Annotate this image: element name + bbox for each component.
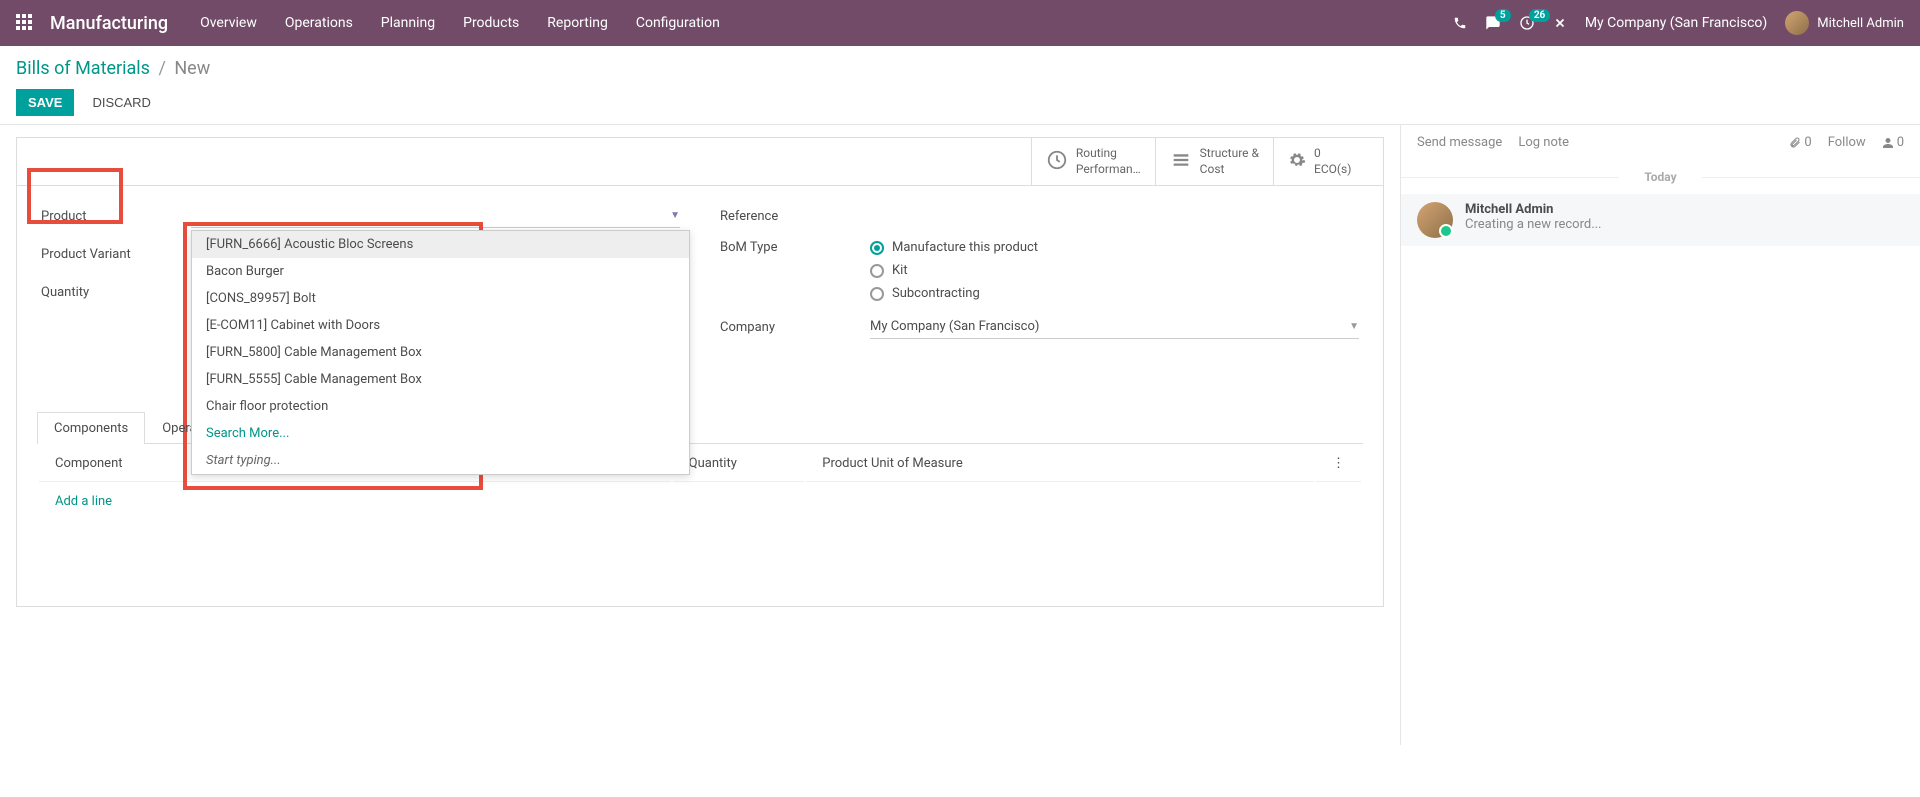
kebab-icon[interactable]: ⋮: [1316, 446, 1361, 482]
user-name: Mitchell Admin: [1817, 16, 1904, 31]
message-text: Creating a new record...: [1465, 217, 1602, 232]
chatter-panel: Send message Log note 0 Follow 0 Today M…: [1400, 125, 1920, 745]
stat-routing-performance[interactable]: Routing Performan…: [1031, 138, 1155, 185]
top-nav: Manufacturing Overview Operations Planni…: [0, 0, 1920, 46]
nav-reporting[interactable]: Reporting: [547, 15, 608, 31]
dropdown-item[interactable]: Bacon Burger: [192, 258, 689, 285]
user-avatar: [1785, 11, 1809, 35]
app-brand: Manufacturing: [50, 13, 168, 34]
stat-ecos[interactable]: 0 ECO(s): [1273, 138, 1383, 185]
product-input[interactable]: [191, 204, 680, 228]
gears-icon: [1288, 151, 1306, 173]
company-label: Company: [720, 320, 870, 335]
nav-overview[interactable]: Overview: [200, 15, 257, 31]
dropdown-item[interactable]: [FURN_5800] Cable Management Box: [192, 339, 689, 366]
nav-configuration[interactable]: Configuration: [636, 15, 720, 31]
log-note-button[interactable]: Log note: [1518, 135, 1569, 150]
followers-button[interactable]: 0: [1882, 135, 1904, 150]
messages-icon[interactable]: 5: [1485, 15, 1501, 31]
chatter-date-separator: Today: [1401, 170, 1920, 184]
message-author: Mitchell Admin: [1465, 202, 1602, 217]
discard-button[interactable]: DISCARD: [84, 89, 159, 116]
bom-type-kit[interactable]: Kit: [870, 263, 1038, 278]
dropdown-search-more[interactable]: Search More...: [192, 420, 689, 447]
send-message-button[interactable]: Send message: [1417, 135, 1502, 150]
action-bar: Bills of Materials / New SAVE DISCARD: [0, 46, 1920, 125]
col-uom: Product Unit of Measure: [806, 446, 1314, 482]
tab-components[interactable]: Components: [37, 412, 145, 444]
product-label: Product: [41, 209, 191, 224]
user-menu[interactable]: Mitchell Admin: [1785, 11, 1904, 35]
attachments-button[interactable]: 0: [1789, 135, 1811, 150]
product-variant-label: Product Variant: [41, 247, 191, 262]
close-debug-icon[interactable]: [1553, 16, 1567, 30]
apps-icon[interactable]: [16, 14, 34, 32]
caret-down-icon[interactable]: ▼: [670, 210, 680, 221]
reference-label: Reference: [720, 209, 870, 224]
clock-icon: [1046, 149, 1068, 175]
nav-products[interactable]: Products: [463, 15, 519, 31]
dropdown-item[interactable]: [FURN_5555] Cable Management Box: [192, 366, 689, 393]
activities-icon[interactable]: 26: [1519, 15, 1535, 31]
dropdown-start-typing[interactable]: Start typing...: [192, 447, 689, 474]
stat-structure-cost[interactable]: Structure & Cost: [1155, 138, 1273, 185]
list-icon: [1170, 149, 1192, 175]
avatar: [1417, 202, 1453, 238]
messages-badge: 5: [1495, 9, 1511, 22]
nav-menu: Overview Operations Planning Products Re…: [200, 15, 1453, 31]
breadcrumb-current: New: [174, 58, 210, 79]
dropdown-item[interactable]: [E-COM11] Cabinet with Doors: [192, 312, 689, 339]
bom-type-subcontracting[interactable]: Subcontracting: [870, 286, 1038, 301]
form-sheet: Routing Performan… Structure & Cost: [16, 137, 1384, 607]
chatter-message: Mitchell Admin Creating a new record...: [1401, 194, 1920, 246]
bom-type-label: BoM Type: [720, 240, 870, 255]
company-switcher[interactable]: My Company (San Francisco): [1585, 15, 1767, 31]
nav-operations[interactable]: Operations: [285, 15, 353, 31]
phone-icon[interactable]: [1453, 16, 1467, 30]
add-line-button[interactable]: Add a line: [39, 484, 1361, 519]
nav-planning[interactable]: Planning: [381, 15, 435, 31]
save-button[interactable]: SAVE: [16, 89, 74, 116]
dropdown-item[interactable]: [CONS_89957] Bolt: [192, 285, 689, 312]
dropdown-item[interactable]: [FURN_6666] Acoustic Bloc Screens: [192, 231, 689, 258]
breadcrumb: Bills of Materials / New: [16, 58, 1904, 79]
product-dropdown: [FURN_6666] Acoustic Bloc Screens Bacon …: [191, 230, 690, 475]
quantity-label: Quantity: [41, 285, 191, 300]
col-quantity: Quantity: [673, 446, 805, 482]
caret-down-icon: ▼: [1349, 321, 1359, 332]
bom-type-manufacture[interactable]: Manufacture this product: [870, 240, 1038, 255]
nav-right: 5 26 My Company (San Francisco) Mitchell…: [1453, 11, 1904, 35]
follow-button[interactable]: Follow: [1828, 135, 1866, 150]
breadcrumb-root[interactable]: Bills of Materials: [16, 58, 150, 79]
company-select[interactable]: My Company (San Francisco) ▼: [870, 315, 1359, 339]
activities-badge: 26: [1529, 9, 1550, 22]
dropdown-item[interactable]: Chair floor protection: [192, 393, 689, 420]
